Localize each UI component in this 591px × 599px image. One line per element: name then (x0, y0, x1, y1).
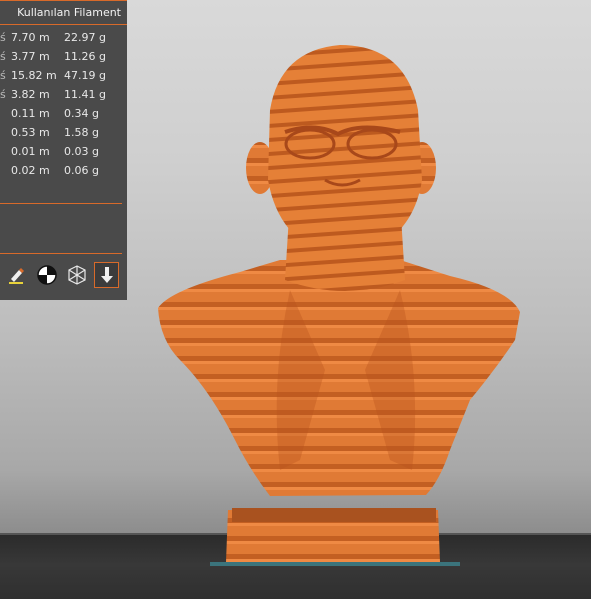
filament-row: ś 3.82 m 11.41 g (0, 85, 127, 104)
panel-divider (0, 203, 122, 204)
filament-weight: 0.06 g (64, 164, 99, 177)
filament-length: 0.11 m (11, 107, 50, 120)
center-of-mass-icon[interactable] (35, 263, 58, 287)
filament-weight: 11.26 g (64, 50, 106, 63)
sliced-bust-model[interactable] (150, 40, 530, 580)
filament-row: 0.53 m 1.58 g (0, 123, 127, 142)
filament-usage-panel: Kullanılan Filament ś 7.70 m 22.97 g ś 3… (0, 0, 127, 300)
panel-divider (0, 253, 122, 254)
filament-weight: 47.19 g (64, 69, 106, 82)
filament-weight: 0.34 g (64, 107, 99, 120)
filament-length: 3.82 m (11, 88, 50, 101)
filament-weight: 11.41 g (64, 88, 106, 101)
panel-header: Kullanılan Filament (0, 0, 127, 25)
filament-weight: 22.97 g (64, 31, 106, 44)
filament-length: 0.53 m (11, 126, 50, 139)
filament-row: 0.02 m 0.06 g (0, 161, 127, 180)
filament-row: ś 15.82 m 47.19 g (0, 66, 127, 85)
filament-weight: 0.03 g (64, 145, 99, 158)
filament-length: 7.70 m (11, 31, 50, 44)
arrow-down-icon[interactable] (94, 262, 119, 288)
wireframe-cube-icon[interactable] (65, 263, 88, 287)
panel-top-accent (0, 0, 127, 1)
filament-row: 0.01 m 0.03 g (0, 142, 127, 161)
filament-row: ś 3.77 m 11.26 g (0, 47, 127, 66)
filament-row: 0.11 m 0.34 g (0, 104, 127, 123)
paint-brush-icon[interactable] (5, 263, 28, 287)
view-toolbar (5, 262, 119, 288)
filament-list: ś 7.70 m 22.97 g ś 3.77 m 11.26 g ś 15.8… (0, 25, 127, 180)
filament-row: ś 7.70 m 22.97 g (0, 28, 127, 47)
filament-length: 15.82 m (11, 69, 57, 82)
filament-length: 0.01 m (11, 145, 50, 158)
filament-weight: 1.58 g (64, 126, 99, 139)
filament-length: 3.77 m (11, 50, 50, 63)
model-torso (158, 260, 520, 496)
filament-length: 0.02 m (11, 164, 50, 177)
